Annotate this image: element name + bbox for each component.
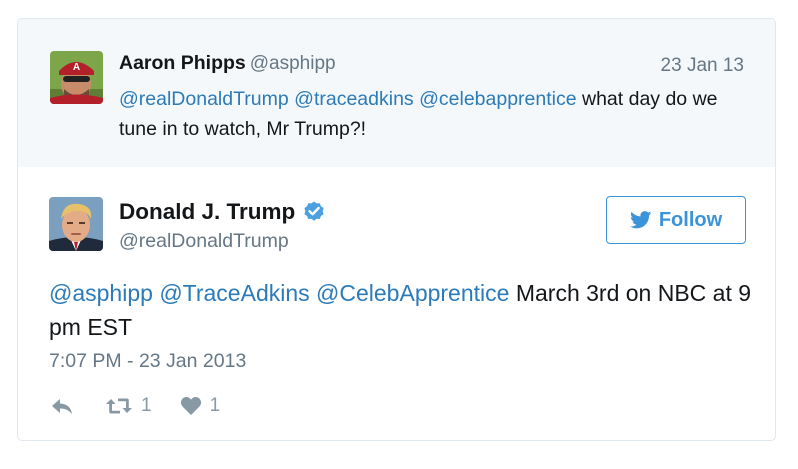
quoted-author[interactable]: Aaron Phipps @asphipp	[119, 52, 336, 75]
quoted-reply-tweet[interactable]: A Aaron Phipps @asphipp 23 Jan 13 @realDo…	[18, 19, 775, 167]
embedded-tweet-card: A Aaron Phipps @asphipp 23 Jan 13 @realDo…	[17, 18, 776, 441]
tweet-author-handle[interactable]: @realDonaldTrump	[119, 230, 289, 253]
mention-link[interactable]: @traceadkins	[294, 88, 414, 110]
follow-button[interactable]: Follow	[606, 196, 746, 244]
retweet-icon	[106, 398, 132, 414]
reply-icon	[52, 399, 72, 414]
donald-trump-avatar[interactable]	[49, 197, 103, 251]
mention-link[interactable]: @celebapprentice	[419, 88, 576, 110]
mention-link[interactable]: @TraceAdkins	[159, 280, 309, 306]
mention-link[interactable]: @asphipp	[49, 280, 153, 306]
svg-text:A: A	[73, 62, 80, 73]
bird-icon	[629, 211, 652, 229]
follow-label: Follow	[658, 208, 723, 231]
quoted-author-handle[interactable]: @asphipp	[250, 53, 336, 74]
tweet-actions: 1 1	[49, 394, 220, 418]
tweet-author-name[interactable]: Donald J. Trump	[119, 199, 295, 225]
retweet-button[interactable]: 1	[105, 395, 152, 417]
reply-button[interactable]	[49, 396, 75, 416]
tweet-author[interactable]: Donald J. Trump	[119, 199, 326, 225]
like-button[interactable]: 1	[180, 395, 221, 417]
tweet-text: @asphipp @TraceAdkins @CelebApprentice M…	[49, 276, 769, 344]
quoted-author-name[interactable]: Aaron Phipps	[119, 52, 246, 74]
aaron-phipps-avatar[interactable]: A	[50, 51, 103, 104]
like-count: 1	[209, 395, 221, 416]
heart-icon	[180, 397, 201, 415]
quoted-date[interactable]: 23 Jan 13	[661, 55, 744, 77]
retweet-count: 1	[141, 395, 152, 416]
mention-link[interactable]: @realDonaldTrump	[119, 88, 289, 110]
tweet-timestamp[interactable]: 7:07 PM - 23 Jan 2013	[49, 350, 246, 373]
verified-badge-icon	[302, 200, 326, 224]
mention-link[interactable]: @CelebApprentice	[316, 280, 509, 306]
quoted-tweet-text: @realDonaldTrump @traceadkins @celebappr…	[119, 84, 759, 144]
